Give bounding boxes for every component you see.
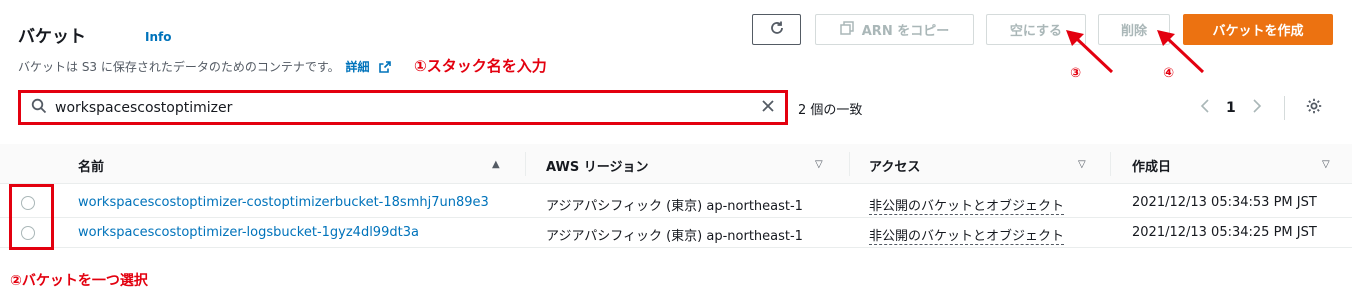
- match-count: 2 個の一致: [798, 103, 863, 118]
- bucket-name-link[interactable]: workspacescostoptimizer-costoptimizerbuc…: [78, 195, 489, 210]
- annotation-step2: ②バケットを一つ選択: [10, 273, 148, 289]
- bucket-name-link[interactable]: workspacescostoptimizer-logsbucket-1gyz4…: [78, 225, 419, 240]
- pagination: 1: [1200, 96, 1323, 120]
- column-header-region[interactable]: AWS リージョン: [546, 156, 648, 175]
- page-title: バケット: [18, 27, 86, 47]
- detail-link[interactable]: 詳細: [346, 60, 370, 74]
- refresh-icon: [769, 20, 785, 40]
- sort-desc-icon[interactable]: ▽: [1078, 159, 1086, 170]
- settings-icon[interactable]: [1305, 97, 1323, 119]
- arrow-icon: [1157, 30, 1205, 74]
- annotation-step3: ③: [1070, 66, 1082, 81]
- search-icon: [31, 98, 47, 118]
- clear-icon[interactable]: [761, 98, 775, 117]
- annotation-step1: ①スタック名を入力: [414, 57, 547, 75]
- divider: [849, 152, 850, 176]
- copy-arn-button[interactable]: ARN をコピー: [815, 14, 974, 45]
- search-box[interactable]: workspacescostoptimizer: [18, 90, 788, 125]
- bucket-created: 2021/12/13 05:34:25 PM JST: [1132, 225, 1317, 240]
- copy-icon: [840, 20, 854, 39]
- divider: [1283, 96, 1285, 120]
- bucket-region: アジアパシフィック (東京) ap-northeast-1: [546, 199, 803, 214]
- bucket-created: 2021/12/13 05:34:53 PM JST: [1132, 195, 1317, 210]
- annotation-step4: ④: [1163, 66, 1175, 81]
- divider: [525, 152, 526, 176]
- info-link[interactable]: Info: [145, 30, 171, 44]
- column-header-access[interactable]: アクセス: [869, 156, 920, 175]
- bucket-region: アジアパシフィック (東京) ap-northeast-1: [546, 229, 803, 244]
- external-link-icon[interactable]: [379, 61, 392, 76]
- search-input[interactable]: workspacescostoptimizer: [55, 100, 761, 116]
- page-number[interactable]: 1: [1226, 100, 1236, 116]
- page-description: バケットは S3 に保存されたデータのためのコンテナです。 詳細: [18, 58, 392, 76]
- table-row[interactable]: workspacescostoptimizer-logsbucket-1gyz4…: [0, 218, 1352, 248]
- table-row[interactable]: workspacescostoptimizer-costoptimizerbuc…: [0, 188, 1352, 218]
- column-header-name[interactable]: 名前: [78, 156, 104, 175]
- description-text: バケットは S3 に保存されたデータのためのコンテナです。: [18, 60, 340, 74]
- sort-desc-icon[interactable]: ▽: [815, 159, 823, 170]
- bucket-access: 非公開のバケットとオブジェクト: [869, 195, 1065, 215]
- table-header: 名前 ▲ AWS リージョン ▽ アクセス ▽ 作成日 ▽: [0, 144, 1352, 184]
- copy-arn-label: ARN をコピー: [861, 24, 950, 39]
- annotation-highlight-box: [9, 184, 54, 250]
- column-header-created[interactable]: 作成日: [1132, 156, 1171, 175]
- sort-asc-icon[interactable]: ▲: [492, 159, 500, 170]
- sort-desc-icon[interactable]: ▽: [1322, 159, 1330, 170]
- refresh-button[interactable]: [752, 14, 801, 45]
- chevron-left-icon[interactable]: [1200, 99, 1210, 117]
- bucket-access: 非公開のバケットとオブジェクト: [869, 225, 1065, 245]
- chevron-right-icon[interactable]: [1252, 99, 1262, 117]
- divider: [1110, 152, 1111, 176]
